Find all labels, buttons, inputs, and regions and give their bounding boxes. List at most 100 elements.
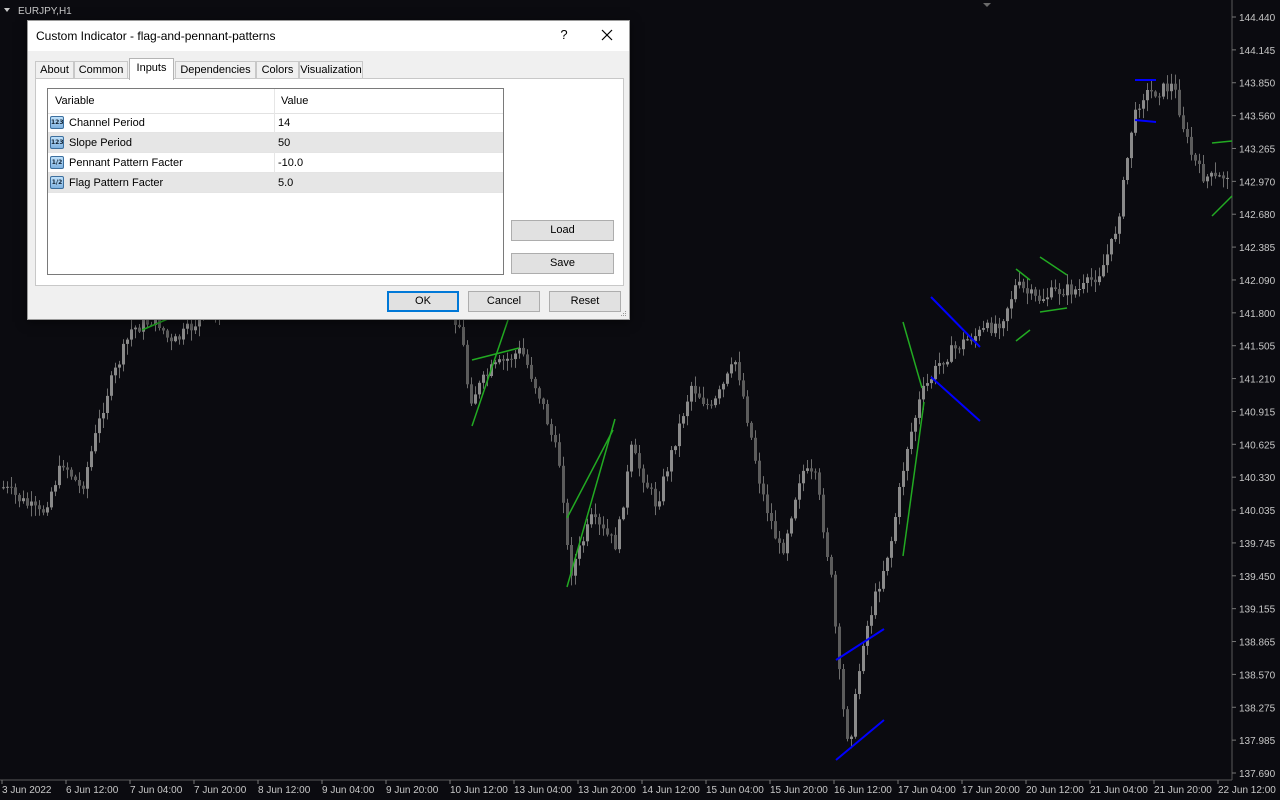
candle-body xyxy=(1102,265,1105,277)
candle-body xyxy=(774,521,777,539)
resize-grip-icon[interactable] xyxy=(619,309,627,317)
load-button[interactable]: Load xyxy=(511,220,614,241)
candle-body xyxy=(914,417,917,432)
candle-body xyxy=(194,326,197,331)
close-icon[interactable] xyxy=(596,24,618,46)
candle-body xyxy=(22,498,25,502)
candle-body xyxy=(622,507,625,520)
column-header-variable[interactable]: Variable xyxy=(55,95,95,107)
candle-body xyxy=(826,532,829,557)
candle-body xyxy=(1038,295,1041,301)
candle-body xyxy=(962,339,965,350)
table-row[interactable]: 123 Slope Period 50 xyxy=(48,133,503,153)
candle-body xyxy=(822,494,825,533)
candle-body xyxy=(170,337,173,342)
candle-body xyxy=(102,413,105,419)
help-button[interactable]: ? xyxy=(556,27,572,45)
pennant-line xyxy=(1015,268,1031,281)
table-row[interactable]: 123 Channel Period 14 xyxy=(48,113,503,133)
candle-body xyxy=(1114,233,1117,240)
candle-body xyxy=(642,468,645,483)
time-label: 9 Jun 04:00 xyxy=(322,785,375,796)
double-icon: 1/2 xyxy=(50,156,64,169)
custom-indicator-dialog: Custom Indicator - flag-and-pennant-patt… xyxy=(27,20,630,320)
candle-body xyxy=(654,488,657,507)
candle-body xyxy=(906,449,909,471)
tab-colors[interactable]: Colors xyxy=(256,61,299,79)
ok-button[interactable]: OK xyxy=(387,291,459,312)
candle-body xyxy=(1126,158,1129,180)
candle-body xyxy=(558,442,561,466)
candle-body xyxy=(494,362,497,365)
tab-inputs[interactable]: Inputs xyxy=(129,58,174,80)
candle-body xyxy=(162,328,165,331)
candle-body xyxy=(1186,129,1189,137)
price-label: 143.265 xyxy=(1239,144,1276,155)
candle-body xyxy=(190,323,193,331)
candle-body xyxy=(1070,284,1073,295)
candle-body xyxy=(166,330,169,338)
column-header-value[interactable]: Value xyxy=(281,95,308,107)
pennant-line xyxy=(902,321,923,389)
candle-body xyxy=(1082,283,1085,289)
input-value[interactable]: 50 xyxy=(278,137,290,149)
time-label: 8 Jun 12:00 xyxy=(258,785,311,796)
time-label: 21 Jun 20:00 xyxy=(1154,785,1212,796)
cancel-button[interactable]: Cancel xyxy=(468,291,540,312)
input-value[interactable]: 5.0 xyxy=(278,177,293,189)
tab-common[interactable]: Common xyxy=(74,61,128,79)
candle-body xyxy=(966,339,969,341)
price-label: 137.690 xyxy=(1239,769,1276,780)
candle-body xyxy=(1138,108,1141,110)
candle-body xyxy=(742,380,745,397)
price-label: 138.865 xyxy=(1239,638,1276,649)
chart-menu-arrow-icon[interactable] xyxy=(4,8,10,12)
double-icon: 1/2 xyxy=(50,176,64,189)
candle-body xyxy=(1090,277,1093,280)
candle-body xyxy=(470,384,473,404)
tab-visualization[interactable]: Visualization xyxy=(299,61,363,79)
input-value[interactable]: -10.0 xyxy=(278,157,303,169)
price-label: 143.850 xyxy=(1239,79,1276,90)
candle-body xyxy=(722,383,725,390)
candle-body xyxy=(554,435,557,443)
candle-body xyxy=(1018,281,1021,286)
candle-body xyxy=(78,480,81,486)
candle-body xyxy=(670,450,673,472)
table-row[interactable]: 1/2 Pennant Pattern Facter -10.0 xyxy=(48,153,503,173)
integer-icon: 123 xyxy=(50,116,64,129)
table-row[interactable]: 1/2 Flag Pattern Facter 5.0 xyxy=(48,173,503,193)
candle-body xyxy=(698,393,701,398)
candle-body xyxy=(954,345,957,349)
candle-body xyxy=(910,431,913,449)
candle-body xyxy=(582,541,585,546)
candle-body xyxy=(918,399,921,418)
candle-body xyxy=(894,517,897,542)
candle-body xyxy=(110,375,113,396)
tab-about[interactable]: About xyxy=(35,61,74,79)
candle-body xyxy=(542,398,545,404)
candle-body xyxy=(614,534,617,550)
candle-body xyxy=(1174,83,1177,90)
candle-body xyxy=(878,588,881,592)
candle-body xyxy=(630,444,633,472)
input-value[interactable]: 14 xyxy=(278,117,290,129)
dialog-tabs: About Common Inputs Dependencies Colors … xyxy=(35,58,625,80)
candle-body xyxy=(834,574,837,627)
candle-body xyxy=(1010,299,1013,309)
tab-dependencies[interactable]: Dependencies xyxy=(175,61,256,79)
candle-body xyxy=(606,528,609,535)
candle-body xyxy=(1206,176,1209,182)
shift-marker-icon[interactable] xyxy=(983,3,991,7)
reset-button[interactable]: Reset xyxy=(549,291,621,312)
dialog-titlebar[interactable]: Custom Indicator - flag-and-pennant-patt… xyxy=(28,21,629,51)
price-label: 139.450 xyxy=(1239,572,1276,583)
candle-body xyxy=(898,487,901,517)
price-label: 141.210 xyxy=(1239,375,1276,386)
price-label: 141.505 xyxy=(1239,342,1276,353)
price-label: 140.330 xyxy=(1239,473,1276,484)
time-label: 20 Jun 12:00 xyxy=(1026,785,1084,796)
column-separator[interactable] xyxy=(274,89,275,192)
save-button[interactable]: Save xyxy=(511,253,614,274)
candle-body xyxy=(502,359,505,361)
